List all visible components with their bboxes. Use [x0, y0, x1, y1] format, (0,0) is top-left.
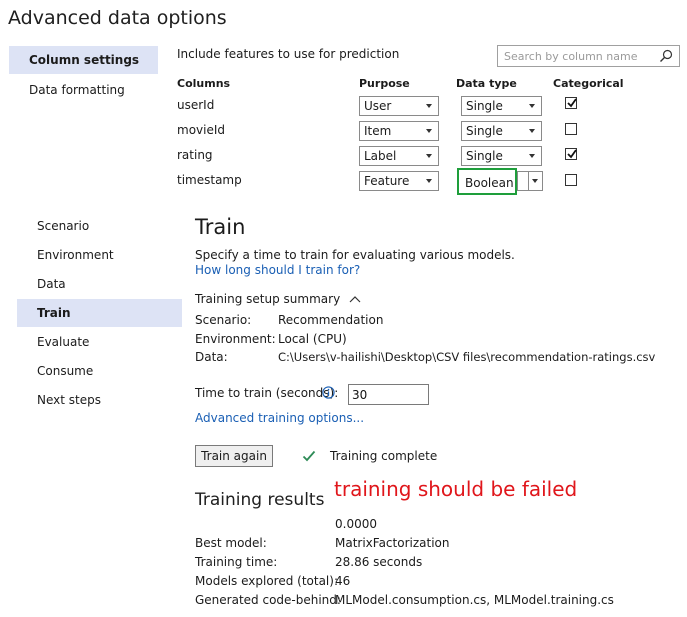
summary-scenario-value: Recommendation: [278, 313, 384, 327]
nav-data-formatting[interactable]: Data formatting: [9, 76, 158, 104]
data-type-dropdown[interactable]: Single: [461, 96, 542, 116]
training-time-key: Training time:: [195, 555, 278, 569]
column-name: timestamp: [177, 173, 242, 187]
data-type-value: Single: [466, 149, 503, 163]
dropdown-arrow-icon: [529, 129, 535, 133]
purpose-value: Label: [364, 149, 397, 163]
header-columns: Columns: [177, 77, 231, 90]
train-description: Specify a time to train for evaluating v…: [195, 248, 515, 262]
checkmark-icon: [567, 98, 577, 108]
summary-data-value: C:\Users\v-hailishi\Desktop\CSV files\re…: [278, 350, 656, 364]
metric-value: 0.0000: [335, 517, 377, 531]
wizard-next-steps[interactable]: Next steps: [17, 386, 182, 414]
dropdown-arrow-icon: [426, 104, 432, 108]
purpose-value: Feature: [364, 174, 410, 188]
purpose-dropdown[interactable]: User: [359, 96, 439, 116]
search-icon[interactable]: [659, 49, 673, 63]
categorical-checkbox-checked[interactable]: [565, 97, 577, 109]
search-box[interactable]: [497, 45, 680, 67]
models-explored-key: Models explored (total):: [195, 574, 338, 588]
train-heading: Train: [195, 215, 246, 239]
wizard-consume[interactable]: Consume: [17, 357, 182, 385]
time-to-train-input[interactable]: [352, 387, 422, 402]
separator: [528, 172, 529, 190]
checkmark-icon: [567, 149, 577, 159]
summary-data-key: Data:: [195, 350, 228, 364]
purpose-value: User: [364, 99, 392, 113]
dropdown-arrow-icon: [426, 129, 432, 133]
column-name: userId: [177, 98, 215, 112]
checkmark-icon: [302, 450, 316, 465]
time-input-box[interactable]: [348, 384, 429, 405]
best-model-key: Best model:: [195, 536, 267, 550]
wizard-data[interactable]: Data: [17, 270, 182, 298]
summary-toggle-label: Training setup summary: [195, 292, 341, 306]
annotation-text: training should be failed: [334, 477, 578, 501]
summary-scenario-key: Scenario:: [195, 313, 252, 327]
summary-environment-value: Local (CPU): [278, 332, 347, 346]
dropdown-arrow-icon: [426, 154, 432, 158]
training-time-value: 28.86 seconds: [335, 555, 423, 569]
purpose-dropdown[interactable]: Item: [359, 121, 439, 141]
codebehind-key: Generated code-behind:: [195, 593, 341, 607]
column-name: movieId: [177, 123, 226, 137]
purpose-value: Item: [364, 124, 392, 138]
best-model-value: MatrixFactorization: [335, 536, 450, 550]
purpose-dropdown[interactable]: Feature: [359, 171, 439, 191]
advanced-training-link[interactable]: Advanced training options...: [195, 411, 364, 425]
codebehind-value: MLModel.consumption.cs, MLModel.training…: [335, 593, 614, 607]
header-purpose: Purpose: [359, 77, 410, 90]
data-type-value: Boolean: [465, 176, 514, 190]
data-type-dropdown-toggle[interactable]: [517, 171, 543, 191]
info-icon[interactable]: [322, 386, 335, 399]
categorical-checkbox[interactable]: [565, 123, 577, 135]
dialog-title: Advanced data options: [8, 7, 227, 29]
nav-column-settings[interactable]: Column settings: [9, 46, 158, 74]
header-categorical: Categorical: [553, 77, 624, 90]
results-heading: Training results: [195, 490, 325, 510]
training-status: Training complete: [330, 449, 438, 463]
summary-toggle[interactable]: Training setup summary: [195, 292, 362, 306]
data-type-value: Single: [466, 99, 503, 113]
header-data-type: Data type: [456, 77, 517, 90]
purpose-dropdown[interactable]: Label: [359, 146, 439, 166]
wizard-environment[interactable]: Environment: [17, 241, 182, 269]
dropdown-arrow-icon: [426, 179, 432, 183]
chevron-up-icon: [349, 296, 361, 303]
columns-instruction: Include features to use for prediction: [177, 47, 400, 61]
categorical-checkbox-checked[interactable]: [565, 148, 577, 160]
wizard-evaluate[interactable]: Evaluate: [17, 328, 182, 356]
data-type-dropdown[interactable]: Single: [461, 121, 542, 141]
summary-environment-key: Environment:: [195, 332, 276, 346]
wizard-train[interactable]: Train: [17, 299, 182, 327]
column-name: rating: [177, 148, 213, 162]
dropdown-arrow-icon: [529, 154, 535, 158]
dropdown-arrow-icon: [532, 179, 538, 183]
data-type-value: Single: [466, 124, 503, 138]
wizard-scenario[interactable]: Scenario: [17, 212, 182, 240]
dropdown-arrow-icon: [529, 104, 535, 108]
search-input[interactable]: [504, 48, 649, 64]
time-label: Time to train (seconds):: [195, 386, 339, 400]
train-again-button[interactable]: Train again: [195, 445, 273, 467]
categorical-checkbox[interactable]: [565, 174, 577, 186]
data-type-dropdown[interactable]: Single: [461, 146, 542, 166]
data-type-editor-highlighted[interactable]: Boolean: [457, 168, 517, 195]
models-explored-value: 46: [335, 574, 351, 588]
help-link[interactable]: How long should I train for?: [195, 263, 360, 277]
